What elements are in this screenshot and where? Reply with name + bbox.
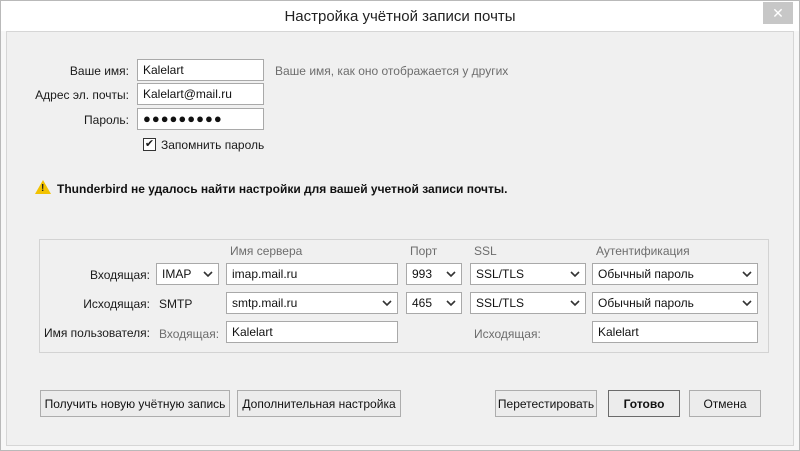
chevron-down-icon [742, 300, 752, 307]
chevron-down-icon [446, 271, 456, 278]
password-label: Пароль: [84, 113, 129, 127]
incoming-port-value: 993 [412, 267, 433, 281]
close-button[interactable]: ✕ [763, 2, 793, 24]
outgoing-port-value: 465 [412, 296, 433, 310]
remember-password-checkbox[interactable]: ✔ [143, 138, 156, 151]
username-incoming-label: Входящая: [159, 327, 220, 341]
incoming-port-select[interactable]: 993 [406, 263, 462, 285]
name-hint: Ваше имя, как оно отображается у других [275, 64, 509, 78]
name-label: Ваше имя: [69, 64, 129, 78]
incoming-protocol-value: IMAP [162, 267, 192, 281]
incoming-ssl-value: SSL/TLS [476, 267, 525, 281]
column-header-server: Имя сервера [230, 244, 303, 258]
remember-password-label[interactable]: Запомнить пароль [161, 138, 264, 152]
done-button[interactable]: Готово [608, 390, 680, 417]
chevron-down-icon [203, 271, 213, 278]
chevron-down-icon [382, 300, 392, 307]
advanced-config-button[interactable]: Дополнительная настройка [237, 390, 401, 417]
username-incoming-input[interactable]: Kalelart [226, 321, 398, 343]
outgoing-protocol: SMTP [159, 297, 193, 311]
warning-message: Thunderbird не удалось найти настройки д… [57, 182, 508, 196]
name-input[interactable]: Kalelart [137, 59, 264, 81]
incoming-server-input[interactable]: imap.mail.ru [226, 263, 398, 285]
cancel-button[interactable]: Отмена [689, 390, 761, 417]
incoming-auth-value: Обычный пароль [598, 267, 694, 281]
incoming-label: Входящая: [89, 268, 150, 282]
chevron-down-icon [742, 271, 752, 278]
username-outgoing-label: Исходящая: [474, 327, 541, 341]
outgoing-auth-select[interactable]: Обычный пароль [592, 292, 758, 314]
email-input[interactable]: Kalelart@mail.ru [137, 83, 264, 105]
dialog-body: Ваше имя: Kalelart Ваше имя, как оно ото… [6, 31, 794, 446]
outgoing-label: Исходящая: [83, 297, 150, 311]
column-header-ssl: SSL [474, 244, 497, 258]
chevron-down-icon [570, 300, 580, 307]
window-title: Настройка учётной записи почты [284, 8, 516, 25]
get-new-account-button[interactable]: Получить новую учётную запись [40, 390, 230, 417]
column-header-port: Порт [410, 244, 438, 258]
username-outgoing-input[interactable]: Kalelart [592, 321, 758, 343]
chevron-down-icon [446, 300, 456, 307]
title-bar: Настройка учётной записи почты ✕ [1, 1, 799, 31]
close-icon: ✕ [772, 4, 784, 21]
username-label: Имя пользователя: [43, 326, 150, 340]
outgoing-server-value: smtp.mail.ru [232, 296, 298, 310]
incoming-auth-select[interactable]: Обычный пароль [592, 263, 758, 285]
account-setup-window: Настройка учётной записи почты ✕ Ваше им… [0, 0, 800, 451]
email-label: Адрес эл. почты: [35, 88, 129, 102]
outgoing-ssl-select[interactable]: SSL/TLS [470, 292, 586, 314]
outgoing-port-select[interactable]: 465 [406, 292, 462, 314]
server-settings-panel: Имя сервера Порт SSL Аутентификация Вход… [39, 239, 769, 353]
column-header-auth: Аутентификация [596, 244, 690, 258]
incoming-protocol-select[interactable]: IMAP [156, 263, 219, 285]
incoming-ssl-select[interactable]: SSL/TLS [470, 263, 586, 285]
outgoing-auth-value: Обычный пароль [598, 296, 694, 310]
password-input[interactable]: ●●●●●●●●● [137, 108, 264, 130]
outgoing-ssl-value: SSL/TLS [476, 296, 525, 310]
warning-mark: ! [41, 183, 45, 194]
outgoing-server-select[interactable]: smtp.mail.ru [226, 292, 398, 314]
chevron-down-icon [570, 271, 580, 278]
retest-button[interactable]: Перетестировать [495, 390, 597, 417]
